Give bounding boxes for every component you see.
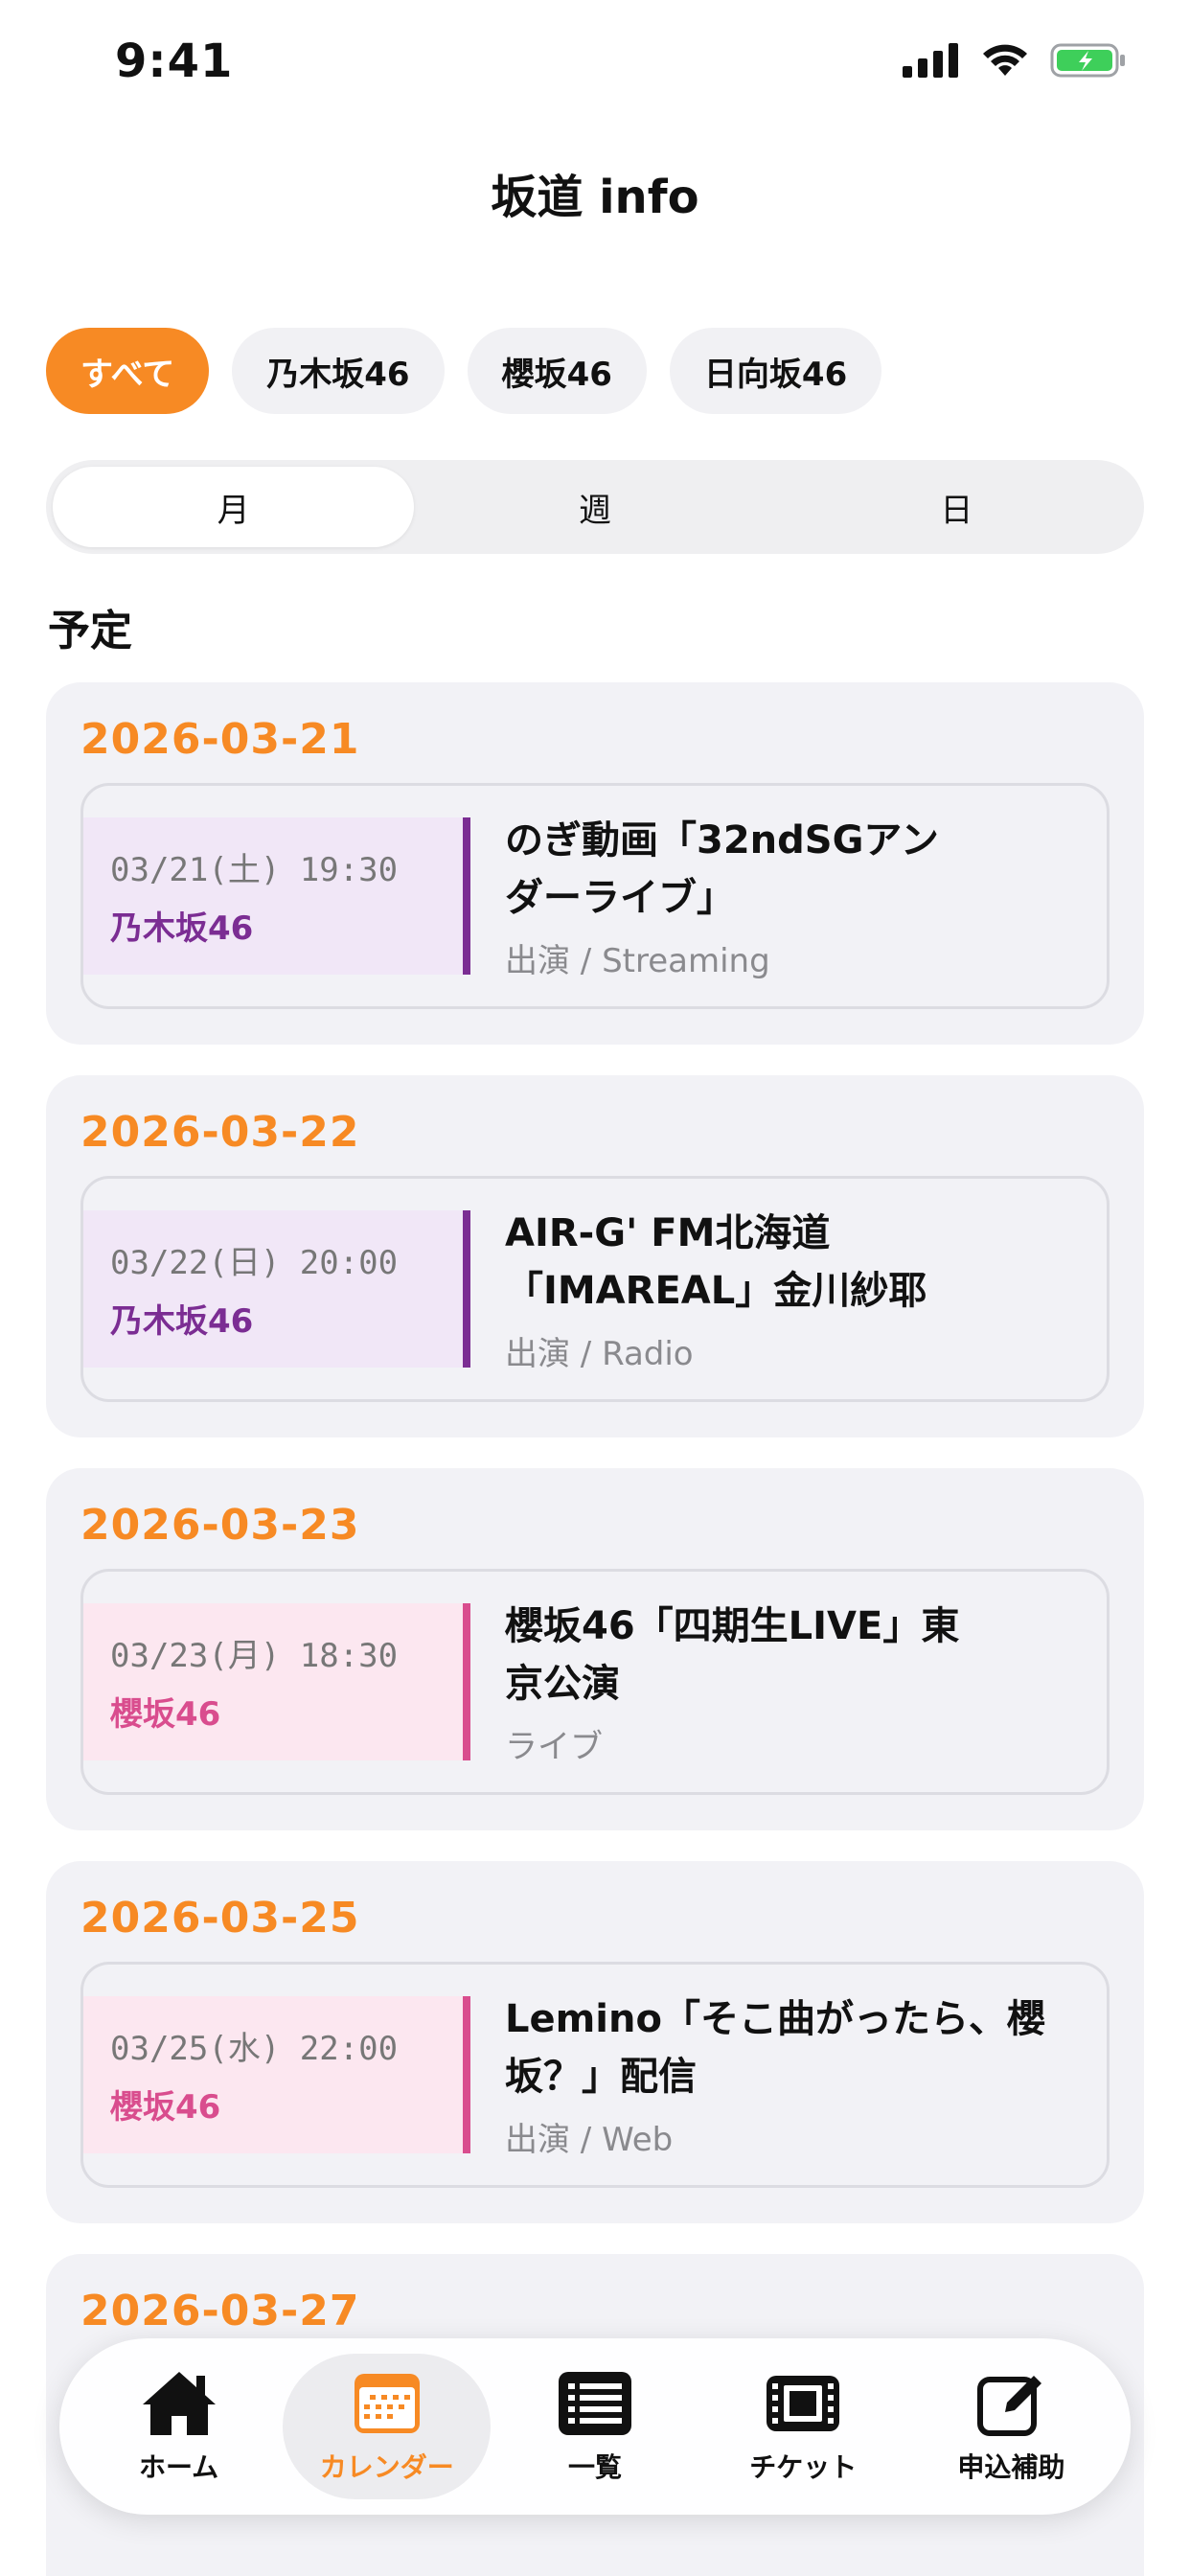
- event-meta: 出演 / Radio: [505, 1334, 694, 1373]
- segment-month[interactable]: 月: [53, 467, 415, 547]
- event-title: 櫻坂46「四期生LIVE」東 京公演: [505, 1598, 1078, 1713]
- day-date: 2026-03-21: [80, 715, 360, 764]
- event-card[interactable]: 03/21(土) 19:30 乃木坂46 のぎ動画「32ndSGアン ダーライブ…: [80, 783, 1110, 1009]
- event-title: AIR-G' FM北海道 「IMAREAL」金川紗耶: [505, 1205, 1078, 1320]
- filter-chip-all[interactable]: すべて: [46, 328, 210, 414]
- event-card[interactable]: 03/25(水) 22:00 櫻坂46 Lemino「そこ曲がったら、櫻 坂？」…: [80, 1962, 1110, 2188]
- house-icon: [142, 2372, 216, 2435]
- event-title-line: 坂？」配信: [505, 2054, 697, 2099]
- page-title: 坂道 info: [491, 171, 699, 224]
- tab-ticket[interactable]: チケット: [699, 2354, 907, 2499]
- event-group: 乃木坂46: [110, 1302, 254, 1341]
- day-card: 2026-03-22 03/22(日) 20:00 乃木坂46 AIR-G' F…: [46, 1075, 1144, 1438]
- event-title: のぎ動画「32ndSGアン ダーライブ」: [505, 812, 1078, 927]
- view-segmented-control: 月 週 日: [46, 460, 1144, 554]
- event-time-block: 03/21(土) 19:30 乃木坂46: [83, 817, 470, 975]
- event-title-line: のぎ動画「32ndSGアン: [505, 817, 939, 862]
- wifi-icon: [983, 44, 1027, 76]
- day-date: 2026-03-23: [80, 1501, 360, 1550]
- event-time-block: 03/25(水) 22:00 櫻坂46: [83, 1996, 470, 2153]
- tab-bar: ホーム カレンダー 一覧 チケット 申込補助: [59, 2338, 1131, 2515]
- event-meta: ライブ: [505, 1727, 603, 1766]
- event-group: 櫻坂46: [110, 2088, 221, 2127]
- event-title-line: AIR-G' FM北海道: [505, 1210, 831, 1255]
- event-info: Lemino「そこ曲がったら、櫻 坂？」配信 出演 / Web: [470, 1990, 1107, 2160]
- status-time: 9:41: [115, 34, 234, 88]
- day-date: 2026-03-27: [80, 2287, 360, 2335]
- event-info: のぎ動画「32ndSGアン ダーライブ」 出演 / Streaming: [470, 812, 1107, 981]
- status-icons: [903, 42, 1127, 79]
- event-info: 櫻坂46「四期生LIVE」東 京公演 ライブ: [470, 1598, 1107, 1767]
- filter-chip-hinatazaka[interactable]: 日向坂46: [669, 328, 882, 414]
- status-bar: 9:41: [0, 0, 1190, 134]
- event-title: Lemino「そこ曲がったら、櫻 坂？」配信: [505, 1990, 1078, 2105]
- event-time: 03/21(土) 19:30: [110, 851, 399, 889]
- day-date: 2026-03-25: [80, 1894, 360, 1943]
- event-meta: 出演 / Streaming: [505, 941, 770, 980]
- tab-calendar[interactable]: カレンダー: [283, 2354, 492, 2499]
- event-title-line: 京公演: [505, 1661, 620, 1706]
- day-card: 2026-03-23 03/23(月) 18:30 櫻坂46 櫻坂46「四期生L…: [46, 1468, 1144, 1830]
- tab-label: 一覧: [568, 2451, 623, 2483]
- day-card: 2026-03-25 03/25(水) 22:00 櫻坂46 Lemino「そこ…: [46, 1861, 1144, 2223]
- event-title-line: 櫻坂46「四期生LIVE」東: [505, 1603, 960, 1648]
- day-card: 2026-03-21 03/21(土) 19:30 乃木坂46 のぎ動画「32n…: [46, 682, 1144, 1045]
- tab-label: カレンダー: [319, 2451, 454, 2483]
- list-icon: [559, 2372, 631, 2435]
- event-time-block: 03/22(日) 20:00 乃木坂46: [83, 1210, 470, 1368]
- segment-day[interactable]: 日: [776, 467, 1137, 547]
- event-time-block: 03/23(月) 18:30 櫻坂46: [83, 1603, 470, 1760]
- segment-week[interactable]: 週: [414, 467, 775, 547]
- event-title-line: Lemino「そこ曲がったら、櫻: [505, 1996, 1045, 2041]
- group-filter-chips: すべて 乃木坂46 櫻坂46 日向坂46: [46, 328, 882, 414]
- event-group: 櫻坂46: [110, 1695, 221, 1734]
- tab-list[interactable]: 一覧: [491, 2354, 698, 2499]
- event-meta: 出演 / Web: [505, 2120, 674, 2159]
- tab-label: チケット: [749, 2451, 858, 2483]
- calendar-icon: [354, 2374, 420, 2433]
- event-list: 2026-03-21 03/21(土) 19:30 乃木坂46 のぎ動画「32n…: [46, 682, 1144, 2576]
- event-title-line: ダーライブ」: [505, 875, 735, 920]
- tab-apply-assist[interactable]: 申込補助: [907, 2354, 1115, 2499]
- event-time: 03/25(水) 22:00: [110, 2030, 399, 2068]
- event-info: AIR-G' FM北海道 「IMAREAL」金川紗耶 出演 / Radio: [470, 1205, 1107, 1374]
- signal-icon: [903, 43, 958, 78]
- ticket-film-icon: [767, 2376, 840, 2431]
- filter-chip-sakurazaka[interactable]: 櫻坂46: [467, 328, 647, 414]
- day-date: 2026-03-22: [80, 1108, 360, 1157]
- tab-label: ホーム: [139, 2451, 219, 2483]
- section-heading: 予定: [48, 607, 132, 656]
- event-time: 03/23(月) 18:30: [110, 1637, 399, 1675]
- event-group: 乃木坂46: [110, 909, 254, 948]
- tab-home[interactable]: ホーム: [75, 2354, 283, 2499]
- filter-chip-nogizaka[interactable]: 乃木坂46: [232, 328, 445, 414]
- battery-icon: [1050, 43, 1125, 78]
- event-title-line: 「IMAREAL」金川紗耶: [505, 1268, 927, 1313]
- edit-icon: [977, 2376, 1042, 2436]
- tab-label: 申込補助: [957, 2451, 1065, 2483]
- event-card[interactable]: 03/23(月) 18:30 櫻坂46 櫻坂46「四期生LIVE」東 京公演 ラ…: [80, 1569, 1110, 1795]
- event-card[interactable]: 03/22(日) 20:00 乃木坂46 AIR-G' FM北海道 「IMARE…: [80, 1176, 1110, 1402]
- event-time: 03/22(日) 20:00: [110, 1244, 399, 1282]
